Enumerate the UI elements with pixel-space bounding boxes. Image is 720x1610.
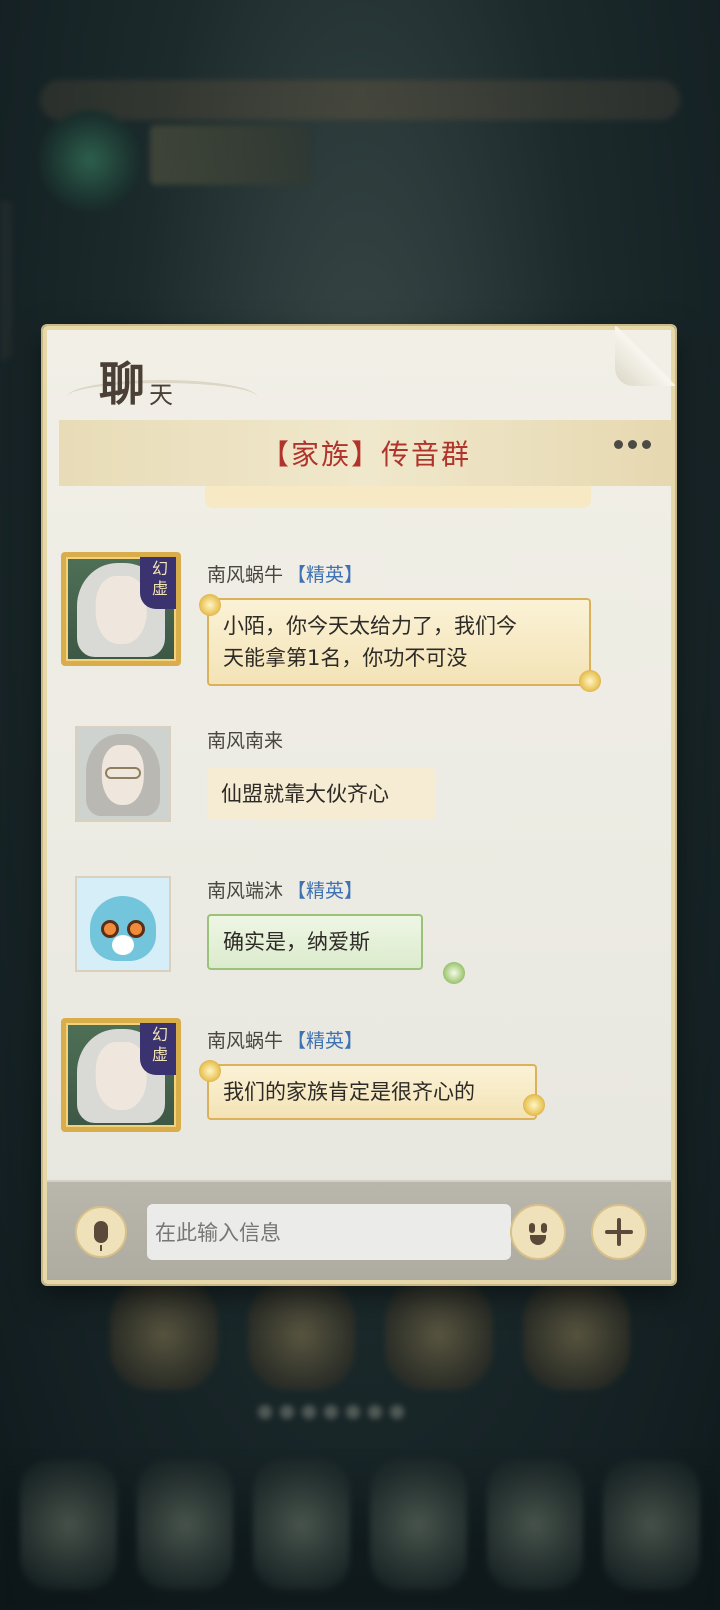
flower-decoration xyxy=(199,594,221,616)
bg-page-dots xyxy=(258,1405,404,1419)
microphone-icon[interactable] xyxy=(75,1206,127,1258)
bg-name-plate xyxy=(150,125,310,185)
message-text-line: 仙盟就靠大伙齐心 xyxy=(221,782,389,806)
panel-title-main: 聊 xyxy=(99,357,145,411)
sender-name: 南风蜗牛 xyxy=(207,564,284,586)
sender-rank: 【精英】 xyxy=(287,880,364,902)
previous-message-bubble xyxy=(205,486,591,508)
message-text-line: 天能拿第1名，你功不可没 xyxy=(223,646,468,670)
avatar-blue-pet[interactable] xyxy=(75,876,171,972)
badge-huanxu: 幻虚 xyxy=(140,557,176,609)
sender-line: 南风端沐 【精英】 xyxy=(207,876,363,903)
message-list[interactable]: 幻虚 南风蜗牛 【精英】 小陌，你今天太给力了，我们今 天能拿第1名，你功不可没 … xyxy=(59,486,661,1166)
avatar-gold-frame[interactable]: 幻虚 xyxy=(61,1018,181,1132)
panel-title-sub: 天 xyxy=(149,381,173,409)
group-header: 【家族】传音群 xyxy=(59,420,673,486)
message-text-line: 我们的家族肯定是很齐心的 xyxy=(223,1080,475,1104)
more-dots-icon[interactable] xyxy=(614,440,651,449)
bg-left-tab xyxy=(0,200,12,360)
sender-name: 南风蜗牛 xyxy=(207,1030,284,1052)
sender-name: 南风南来 xyxy=(207,730,284,752)
message-text-line: 小陌，你今天太给力了，我们今 xyxy=(223,614,517,638)
message-bubble[interactable]: 仙盟就靠大伙齐心 xyxy=(207,768,435,820)
bg-menu-icons xyxy=(110,1280,630,1390)
sender-line: 南风蜗牛 【精英】 xyxy=(207,560,363,587)
emoji-face-icon[interactable] xyxy=(510,1204,566,1260)
avatar-silver-hair[interactable] xyxy=(75,726,171,822)
avatar-gold-frame[interactable]: 幻虚 xyxy=(61,552,181,666)
badge-huanxu: 幻虚 xyxy=(140,1023,176,1075)
bg-top-bar xyxy=(40,80,680,120)
sender-name: 南风端沐 xyxy=(207,880,284,902)
sender-rank: 【精英】 xyxy=(287,564,364,586)
plus-icon[interactable] xyxy=(591,1204,647,1260)
bg-bottom-figures xyxy=(20,1460,701,1590)
message-text-line: 确实是，纳爱斯 xyxy=(223,930,370,954)
message-bubble[interactable]: 小陌，你今天太给力了，我们今 天能拿第1名，你功不可没 xyxy=(207,598,591,686)
sender-line: 南风蜗牛 【精英】 xyxy=(207,1026,363,1053)
leaf-decoration xyxy=(443,962,465,984)
input-bar: 在此输入信息 xyxy=(47,1180,671,1280)
page-curl-corner[interactable] xyxy=(615,326,675,386)
message-bubble[interactable]: 确实是，纳爱斯 xyxy=(207,914,423,970)
panel-title: 聊 天 xyxy=(99,348,173,414)
sender-rank: 【精英】 xyxy=(287,1030,364,1052)
flower-decoration xyxy=(523,1094,545,1116)
sender-line: 南风南来 xyxy=(207,726,283,753)
flower-decoration xyxy=(579,670,601,692)
message-bubble[interactable]: 我们的家族肯定是很齐心的 xyxy=(207,1064,537,1120)
bg-orb xyxy=(40,110,140,210)
flower-decoration xyxy=(199,1060,221,1082)
message-input-placeholder: 在此输入信息 xyxy=(155,1221,281,1245)
group-title: 【家族】传音群 xyxy=(260,438,471,471)
message-input[interactable]: 在此输入信息 xyxy=(147,1204,511,1260)
glasses-icon xyxy=(104,766,142,779)
chat-panel: 聊 天 【家族】传音群 幻虚 南风蜗牛 【精英】 小陌，你今天太给力了，我们今 天… xyxy=(43,326,675,1284)
